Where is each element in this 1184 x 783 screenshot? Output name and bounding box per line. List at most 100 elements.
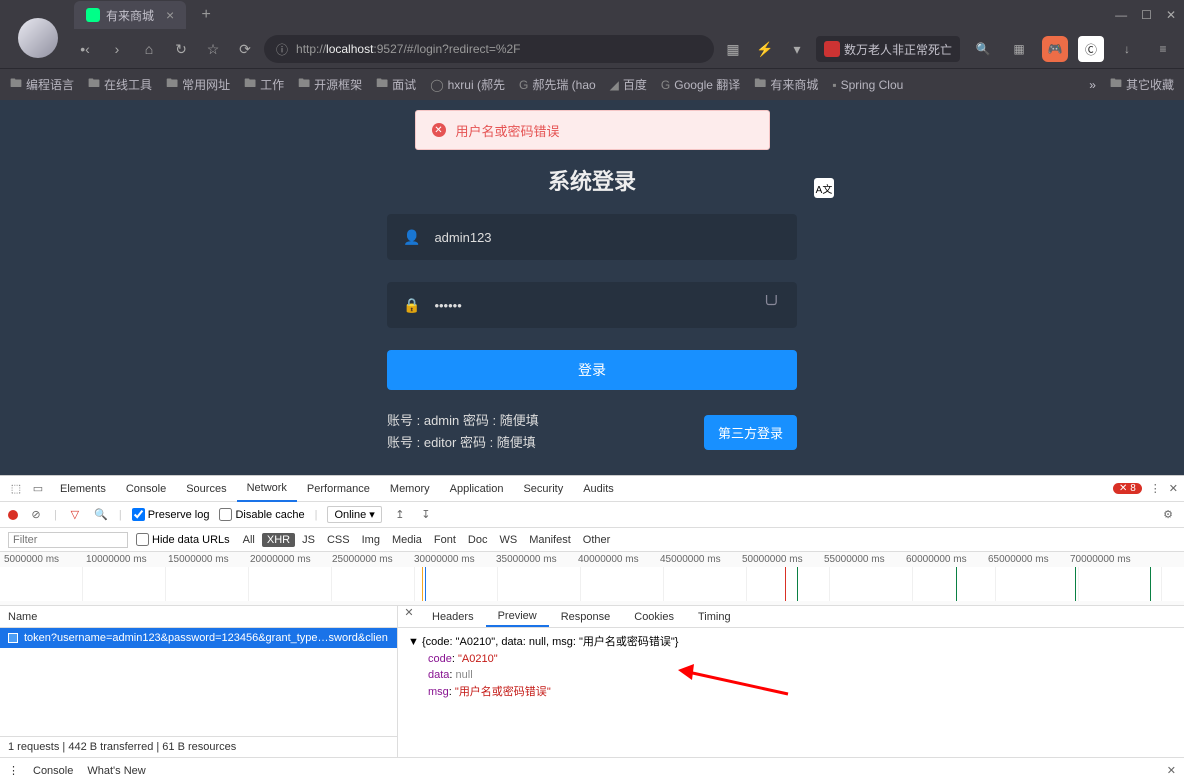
search-net-icon[interactable]: 🔍 bbox=[93, 508, 109, 521]
close-tab-icon[interactable]: × bbox=[166, 7, 174, 23]
password-field[interactable]: 🔒 ╰╯ bbox=[387, 282, 797, 328]
devtools-tab[interactable]: Memory bbox=[380, 476, 440, 502]
filter-type[interactable]: Doc bbox=[463, 533, 493, 547]
network-filter-input[interactable] bbox=[8, 532, 128, 548]
bookmark-item[interactable]: ▪Spring Clou bbox=[832, 74, 903, 95]
error-count-badge[interactable]: ✕ 8 bbox=[1113, 483, 1142, 494]
nav-dots-icon[interactable]: •‹ bbox=[72, 36, 98, 62]
address-bar[interactable]: ⓘ http://localhost:9527/#/login?redirect… bbox=[264, 35, 714, 63]
close-preview-icon[interactable]: ✕ bbox=[398, 606, 420, 627]
password-input[interactable] bbox=[434, 298, 747, 313]
hide-urls-checkbox[interactable]: Hide data URLs bbox=[136, 533, 230, 546]
devtools-tab[interactable]: Network bbox=[237, 476, 297, 502]
apps-icon[interactable]: ▦ bbox=[1006, 36, 1032, 62]
username-input[interactable] bbox=[434, 230, 781, 245]
devtools-tab[interactable]: Performance bbox=[297, 476, 380, 502]
filter-type[interactable]: Img bbox=[357, 533, 385, 547]
network-timeline[interactable]: 5000000 ms10000000 ms15000000 ms20000000… bbox=[0, 552, 1184, 606]
inspect-icon[interactable]: ⬚ bbox=[6, 482, 26, 495]
bookmark-item[interactable]: 🖿有来商城 bbox=[754, 74, 818, 95]
drawer-whatsnew-tab[interactable]: What's New bbox=[87, 765, 145, 777]
close-window-icon[interactable]: ✕ bbox=[1166, 8, 1176, 22]
preserve-log-checkbox[interactable]: Preserve log bbox=[132, 508, 210, 521]
new-tab-button[interactable]: + bbox=[194, 3, 218, 27]
eye-closed-icon[interactable]: ╰╯ bbox=[762, 295, 781, 315]
response-tab[interactable]: Response bbox=[549, 606, 623, 627]
devtools-tab[interactable]: Security bbox=[513, 476, 573, 502]
filter-type[interactable]: JS bbox=[297, 533, 320, 547]
response-tab[interactable]: Cookies bbox=[622, 606, 686, 627]
login-hints: 账号 : admin 密码 : 随便填 账号 : editor 密码 : 随便填 bbox=[387, 410, 539, 454]
minimize-icon[interactable]: — bbox=[1115, 8, 1127, 22]
disable-cache-checkbox[interactable]: Disable cache bbox=[219, 508, 304, 521]
forward-icon[interactable]: › bbox=[104, 36, 130, 62]
throttling-select[interactable]: Online ▾ bbox=[327, 506, 381, 523]
qr-icon[interactable]: ▦ bbox=[720, 36, 746, 62]
gear-icon[interactable]: ⚙ bbox=[1160, 508, 1176, 521]
devtools-tab[interactable]: Elements bbox=[50, 476, 116, 502]
login-button[interactable]: 登录 bbox=[387, 350, 797, 390]
filter-type[interactable]: Font bbox=[429, 533, 461, 547]
folder-icon: 🖿 bbox=[166, 74, 178, 95]
bookmark-other[interactable]: 🖿其它收藏 bbox=[1110, 74, 1174, 95]
gamepad-icon[interactable]: 🎮 bbox=[1042, 36, 1068, 62]
news-headline[interactable]: 数万老人非正常死亡 bbox=[816, 36, 960, 62]
third-party-login-button[interactable]: 第三方登录 bbox=[704, 415, 797, 450]
home-icon[interactable]: ⌂ bbox=[136, 36, 162, 62]
bookmark-item[interactable]: ◢百度 bbox=[610, 74, 647, 95]
filter-type[interactable]: All bbox=[238, 533, 260, 547]
browser-tab[interactable]: 有来商城 × bbox=[74, 1, 186, 29]
devtools-tab[interactable]: Console bbox=[116, 476, 176, 502]
download-har-icon[interactable]: ↧ bbox=[418, 508, 434, 521]
response-tab[interactable]: Timing bbox=[686, 606, 743, 627]
bookmark-item[interactable]: 🖿常用网址 bbox=[166, 74, 230, 95]
profile-avatar[interactable] bbox=[18, 18, 58, 58]
bookmark-item[interactable]: ◯hxrui (郝先 bbox=[430, 74, 505, 95]
bookmark-item[interactable]: 🖿在线工具 bbox=[88, 74, 152, 95]
filter-type[interactable]: Manifest bbox=[524, 533, 576, 547]
download-icon[interactable]: ↓ bbox=[1114, 36, 1140, 62]
filter-type[interactable]: XHR bbox=[262, 533, 295, 547]
bookmark-item[interactable]: 🖿工作 bbox=[244, 74, 284, 95]
request-row[interactable]: token?username=admin123&password=123456&… bbox=[0, 628, 397, 648]
chevron-down-icon[interactable]: ▾ bbox=[784, 36, 810, 62]
kebab-icon[interactable]: ⋮ bbox=[1150, 482, 1161, 495]
drawer-console-tab[interactable]: Console bbox=[33, 765, 73, 777]
upload-icon[interactable]: ↥ bbox=[392, 508, 408, 521]
filter-type[interactable]: CSS bbox=[322, 533, 355, 547]
device-icon[interactable]: ▭ bbox=[28, 482, 48, 495]
bookmark-item[interactable]: 🖿开源框架 bbox=[298, 74, 362, 95]
filter-type[interactable]: Other bbox=[578, 533, 616, 547]
bm-more-icon[interactable]: » bbox=[1089, 78, 1096, 92]
drawer-toggle-icon[interactable]: ⋮ bbox=[8, 764, 19, 777]
name-column-header[interactable]: Name bbox=[0, 606, 397, 628]
reload-icon[interactable]: ⟳ bbox=[232, 36, 258, 62]
bookmark-item[interactable]: 🖿面试 bbox=[376, 74, 416, 95]
maximize-icon[interactable]: ☐ bbox=[1141, 8, 1152, 22]
timeline-tick: 10000000 ms bbox=[82, 554, 164, 565]
clear-icon[interactable]: ⊘ bbox=[28, 508, 44, 521]
extension-c-icon[interactable]: Ⓒ bbox=[1078, 36, 1104, 62]
record-icon[interactable] bbox=[8, 510, 18, 520]
filter-type[interactable]: WS bbox=[494, 533, 522, 547]
search-icon[interactable]: 🔍 bbox=[970, 36, 996, 62]
menu-icon[interactable]: ≡ bbox=[1150, 36, 1176, 62]
response-tab[interactable]: Headers bbox=[420, 606, 486, 627]
history-icon[interactable]: ↻ bbox=[168, 36, 194, 62]
bookmark-item[interactable]: GGoogle 翻译 bbox=[661, 74, 740, 95]
filter-funnel-icon[interactable]: ▽ bbox=[67, 508, 83, 521]
devtools-tab[interactable]: Audits bbox=[573, 476, 624, 502]
language-toggle[interactable]: A文 bbox=[814, 178, 834, 198]
username-field[interactable]: 👤 bbox=[387, 214, 797, 260]
bolt-icon[interactable]: ⚡ bbox=[752, 36, 778, 62]
filter-type[interactable]: Media bbox=[387, 533, 427, 547]
response-preview[interactable]: ▼ {code: "A0210", data: null, msg: "用户名或… bbox=[398, 628, 1184, 757]
bookmark-item[interactable]: G郝先瑞 (hao bbox=[519, 74, 596, 95]
devtools-tab[interactable]: Application bbox=[440, 476, 514, 502]
response-tab[interactable]: Preview bbox=[486, 606, 549, 627]
star-icon[interactable]: ☆ bbox=[200, 36, 226, 62]
close-devtools-icon[interactable]: ✕ bbox=[1169, 482, 1178, 495]
devtools-tab[interactable]: Sources bbox=[176, 476, 236, 502]
close-drawer-icon[interactable]: ✕ bbox=[1167, 764, 1176, 777]
bookmark-item[interactable]: 🖿编程语言 bbox=[10, 74, 74, 95]
